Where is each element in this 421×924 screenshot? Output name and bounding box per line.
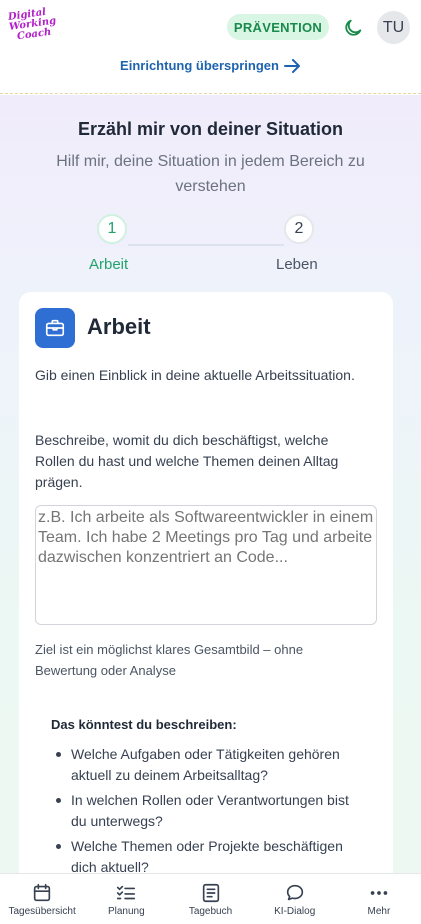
suggestions-title: Das könntest du beschreiben:: [51, 717, 237, 732]
more-icon: [370, 891, 388, 895]
nav-item-tagesuebersicht[interactable]: Tagesübersicht: [0, 874, 84, 924]
card-description: Beschreibe, womit du dich beschäftigst, …: [35, 432, 339, 490]
calendar-icon: [33, 883, 51, 902]
nav-label: Tagebuch: [188, 906, 233, 917]
card-intro: Gib einen Einblick in deine aktuelle Arb…: [35, 367, 355, 383]
app-logo[interactable]: Digital Working Coach: [7, 7, 56, 44]
nav-label: KI-Dialog: [274, 906, 316, 917]
work-situation-textarea[interactable]: [35, 505, 377, 625]
step-1-circle[interactable]: 1: [97, 214, 127, 244]
nav-label: Tagesübersicht: [8, 906, 76, 917]
suggestion-item: In welchen Rollen oder Verantwortungen b…: [51, 790, 361, 832]
arrow-right-icon: [283, 58, 300, 73]
avatar[interactable]: TU: [377, 11, 410, 44]
page-title: Erzähl mir von deiner Situation: [77, 119, 344, 139]
app-header: Digital Working Coach PRÄVENTION TU Einr…: [0, 0, 421, 94]
work-card: Arbeit Gib einen Einblick in deine aktue…: [19, 292, 393, 873]
skip-setup-link[interactable]: Einrichtung überspringen: [0, 58, 421, 73]
suggestion-item: Welche Themen oder Projekte beschäftigen…: [51, 836, 361, 873]
card-hint: Ziel ist ein möglichst klares Gesamtbild…: [35, 642, 304, 678]
briefcase-icon: [35, 308, 75, 348]
checklist-icon: [117, 885, 136, 900]
nav-item-tagebuch[interactable]: Tagebuch: [168, 874, 252, 924]
suggestion-item: Welche Aufgaben oder Tätigkeiten gehören…: [51, 744, 361, 786]
onboarding-main: Erzähl mir von deiner Situation Hilf mir…: [0, 95, 421, 873]
chat-icon: [286, 884, 303, 901]
logo-line-3: Coach: [16, 26, 52, 43]
mode-badge[interactable]: PRÄVENTION: [227, 14, 329, 40]
bottom-nav: Tagesübersicht Planung Tagebuch KI-Dialo…: [0, 873, 421, 924]
page-subtitle: Hilf mir, deine Situation in jedem Berei…: [56, 153, 365, 195]
step-2-circle[interactable]: 2: [284, 214, 314, 244]
step-1-label[interactable]: Arbeit: [89, 256, 128, 273]
moon-icon[interactable]: [342, 17, 364, 39]
card-title: Arbeit: [87, 314, 151, 339]
nav-item-planung[interactable]: Planung: [84, 874, 168, 924]
step-2-label[interactable]: Leben: [276, 256, 318, 273]
nav-item-mehr[interactable]: Mehr: [337, 874, 421, 924]
journal-icon: [202, 883, 219, 903]
nav-label: Planung: [107, 906, 145, 917]
stepper-connector: [128, 244, 284, 246]
nav-item-ki-dialog[interactable]: KI-Dialog: [253, 874, 337, 924]
nav-label: Mehr: [367, 906, 391, 917]
skip-setup-label: Einrichtung überspringen: [120, 58, 279, 73]
suggestions-list: Welche Aufgaben oder Tätigkeiten gehören…: [51, 744, 361, 873]
